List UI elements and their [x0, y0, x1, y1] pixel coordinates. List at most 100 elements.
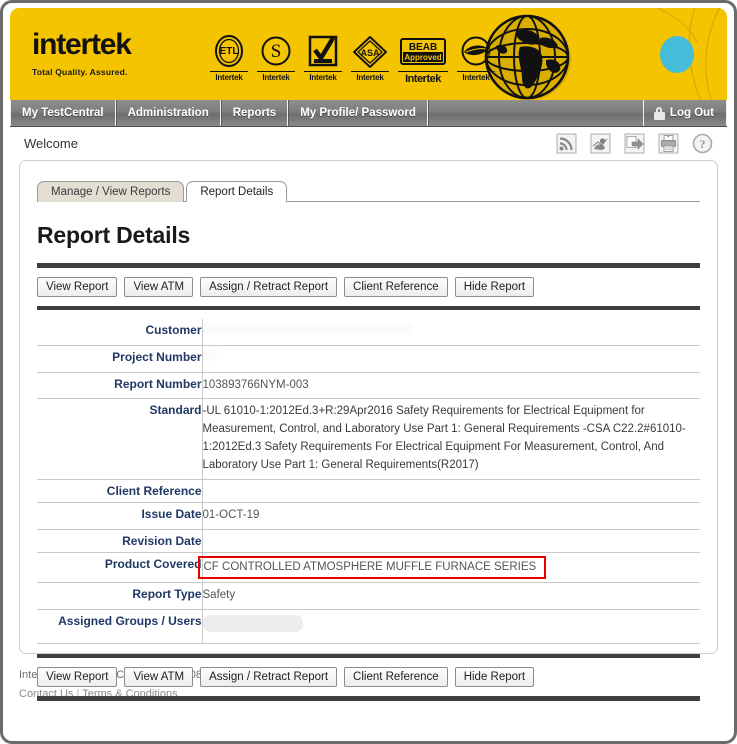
divider-below-table — [37, 654, 700, 658]
page-root: intertek Total Quality. Assured. ETL Int… — [0, 0, 737, 744]
logo-tagline: Total Quality. Assured. — [32, 67, 131, 77]
value-standard: -UL 61010-1:2012Ed.3+R:29Apr2016 Safety … — [202, 399, 700, 479]
action-buttons-top: View Report View ATM Assign / Retract Re… — [37, 277, 700, 297]
assign-retract-report-button-bottom[interactable]: Assign / Retract Report — [200, 667, 337, 687]
toolbar-icons: ? — [556, 133, 713, 154]
brand-banner: intertek Total Quality. Assured. ETL Int… — [10, 8, 727, 100]
value-issue-date: 01-OCT-19 — [202, 502, 700, 529]
s-mark-icon: S — [257, 34, 295, 70]
svg-text:?: ? — [700, 137, 706, 151]
view-report-button-bottom[interactable]: View Report — [37, 667, 117, 687]
svg-text:BEAB: BEAB — [409, 42, 437, 53]
label-project-number: Project Number — [37, 345, 202, 372]
tab-manage-view-reports[interactable]: Manage / View Reports — [37, 181, 184, 202]
value-revision-date — [202, 529, 700, 552]
redacted-value — [203, 350, 217, 361]
table-row-client-reference: Client Reference — [37, 479, 700, 502]
view-report-button[interactable]: View Report — [37, 277, 117, 297]
table-row-customer: Customer — [37, 319, 700, 345]
redacted-value — [203, 323, 413, 334]
label-assigned-groups: Assigned Groups / Users — [37, 610, 202, 644]
label-customer: Customer — [37, 319, 202, 345]
export-icon[interactable] — [624, 133, 645, 154]
logout-label: Log Out — [670, 107, 714, 119]
report-details-table: Customer Project Number Report Number 10… — [37, 319, 700, 644]
value-report-number: 103893766NYM-003 — [202, 372, 700, 399]
client-reference-button[interactable]: Client Reference — [344, 277, 448, 297]
nav-spacer — [428, 100, 643, 126]
checkmark-icon — [304, 34, 342, 70]
tab-strip: Manage / View Reports Report Details — [37, 177, 700, 201]
label-report-number: Report Number — [37, 372, 202, 399]
value-customer — [202, 319, 700, 345]
divider-top — [37, 263, 700, 268]
page-title: Report Details — [37, 222, 700, 249]
label-report-type: Report Type — [37, 583, 202, 610]
table-row-assigned-groups: Assigned Groups / Users — [37, 610, 700, 644]
client-reference-button-bottom[interactable]: Client Reference — [344, 667, 448, 687]
product-covered-highlight: CF CONTROLLED ATMOSPHERE MUFFLE FURNACE … — [198, 556, 546, 580]
welcome-bar: Welcome — [10, 127, 727, 160]
mark-check: Intertek — [304, 34, 342, 85]
tab-report-details[interactable]: Report Details — [186, 181, 287, 202]
nav-items: My TestCentral Administration Reports My… — [10, 100, 428, 126]
redacted-value — [203, 615, 303, 632]
mark-label: Intertek — [210, 71, 248, 82]
table-row-report-number: Report Number 103893766NYM-003 — [37, 372, 700, 399]
view-atm-button-bottom[interactable]: View ATM — [124, 667, 193, 687]
nav-item-reports[interactable]: Reports — [221, 100, 288, 126]
value-report-type: Safety — [202, 583, 700, 610]
logo-wordmark: intertek — [32, 30, 131, 60]
etl-icon: ETL — [210, 34, 248, 70]
welcome-text: Welcome — [24, 136, 78, 151]
svg-text:ETL: ETL — [220, 46, 239, 57]
table-row-product-covered: Product Covered CF CONTROLLED ATMOSPHERE… — [37, 552, 700, 583]
label-standard: Standard — [37, 399, 202, 479]
help-icon[interactable]: ? — [692, 133, 713, 154]
mark-label: Intertek — [304, 71, 342, 82]
svg-text:Approved: Approved — [404, 53, 441, 62]
label-product-covered: Product Covered — [37, 552, 202, 583]
table-row-standard: Standard -UL 61010-1:2012Ed.3+R:29Apr201… — [37, 399, 700, 479]
logout-button[interactable]: Log Out — [643, 100, 727, 126]
beab-approved-icon: BEAB Approved — [398, 34, 448, 70]
mark-beab: BEAB Approved Intertek — [398, 34, 448, 85]
label-revision-date: Revision Date — [37, 529, 202, 552]
rss-feed-icon[interactable] — [556, 133, 577, 154]
accent-circle — [660, 36, 694, 73]
print-icon[interactable] — [658, 133, 679, 154]
mark-etl: ETL Intertek — [210, 34, 248, 85]
table-row-report-type: Report Type Safety — [37, 583, 700, 610]
table-row-revision-date: Revision Date — [37, 529, 700, 552]
nav-item-my-testcentral[interactable]: My TestCentral — [10, 100, 116, 126]
intertek-logo: intertek Total Quality. Assured. — [32, 30, 131, 77]
value-client-reference — [202, 479, 700, 502]
nav-item-administration[interactable]: Administration — [116, 100, 221, 126]
asa-diamond-icon: ASA — [351, 34, 389, 70]
hide-report-button[interactable]: Hide Report — [455, 277, 534, 297]
divider-bottom — [37, 696, 700, 701]
swoosh-lines — [547, 8, 727, 100]
contact-us-icon[interactable] — [590, 133, 611, 154]
view-atm-button[interactable]: View ATM — [124, 277, 193, 297]
value-product-covered: CF CONTROLLED ATMOSPHERE MUFFLE FURNACE … — [204, 561, 537, 573]
action-buttons-bottom: View Report View ATM Assign / Retract Re… — [37, 667, 700, 687]
value-assigned-groups — [202, 610, 700, 644]
hide-report-button-bottom[interactable]: Hide Report — [455, 667, 534, 687]
content-panel: Manage / View Reports Report Details Rep… — [19, 160, 718, 654]
value-product-covered-cell: CF CONTROLLED ATMOSPHERE MUFFLE FURNACE … — [202, 552, 700, 583]
lock-icon — [654, 107, 665, 120]
footer-links: Contact Us | Terms & Conditions — [19, 685, 718, 704]
mark-s: S Intertek — [257, 34, 295, 85]
table-row-issue-date: Issue Date 01-OCT-19 — [37, 502, 700, 529]
certification-marks: ETL Intertek S Intertek — [210, 34, 495, 85]
nav-item-my-profile-password[interactable]: My Profile/ Password — [288, 100, 428, 126]
label-issue-date: Issue Date — [37, 502, 202, 529]
divider-above-table — [37, 306, 700, 310]
svg-text:S: S — [271, 41, 282, 62]
table-row-project-number: Project Number — [37, 345, 700, 372]
mark-label: Intertek — [398, 71, 448, 85]
mark-asa: ASA Intertek — [351, 34, 389, 85]
mark-label: Intertek — [351, 71, 389, 82]
assign-retract-report-button[interactable]: Assign / Retract Report — [200, 277, 337, 297]
